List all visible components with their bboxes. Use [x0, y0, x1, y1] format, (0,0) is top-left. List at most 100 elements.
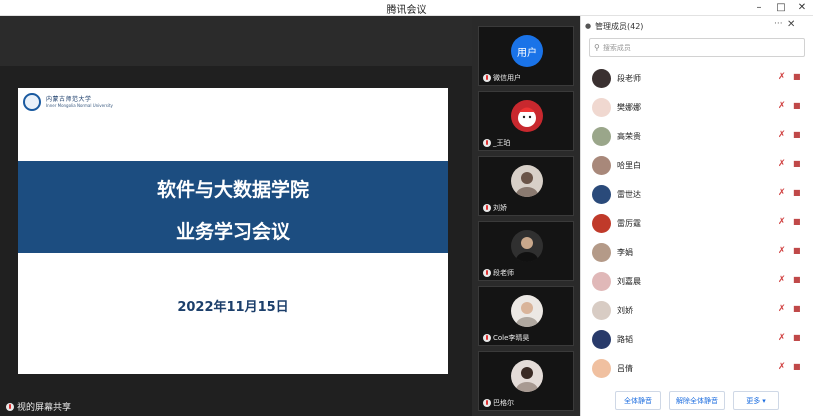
more-button[interactable]: 更多 ▾ — [733, 391, 779, 410]
person-avatar-icon — [516, 237, 538, 262]
avatar — [592, 127, 611, 146]
screen-share-text: 视的屏幕共享 — [17, 403, 72, 413]
video-tile-name: 巴格尔 — [483, 398, 514, 408]
title-bar: 腾讯会议 – □ ✕ — [0, 0, 813, 16]
muted-mic-icon — [483, 74, 491, 82]
camera-off-icon[interactable]: ■ — [793, 188, 801, 197]
list-item[interactable]: 路韬 ✗ ■ — [581, 325, 813, 354]
camera-off-icon[interactable]: ■ — [793, 130, 801, 139]
logo-subtext: Inner Mongolia Normal University — [46, 103, 113, 108]
avatar — [511, 360, 543, 392]
members-panel: ● 管理成员(42) ··· ✕ ⚲ 段老师 ✗ ■ 樊娜娜 ✗ ■ 高荣贵 ✗… — [580, 16, 813, 416]
muted-mic-icon[interactable]: ✗ — [778, 72, 786, 82]
muted-mic-icon[interactable]: ✗ — [778, 159, 786, 169]
logo-text: 内蒙古师范大学 — [46, 96, 92, 103]
members-panel-title: 管理成员(42) — [595, 22, 644, 31]
slide-subtitle: 业务学习会议 — [175, 221, 290, 243]
maximize-button[interactable]: □ — [770, 0, 792, 16]
university-logo-icon — [23, 93, 41, 111]
unmute-all-button[interactable]: 解除全体静音 — [669, 391, 725, 410]
muted-mic-icon[interactable]: ✗ — [778, 188, 786, 198]
video-tile[interactable]: 用户 微信用户 — [478, 26, 574, 86]
participant-name: 巴格尔 — [493, 399, 514, 407]
camera-off-icon[interactable]: ■ — [793, 246, 801, 255]
more-options-icon[interactable]: ··· — [774, 19, 783, 29]
close-panel-icon[interactable]: ✕ — [787, 19, 795, 30]
video-tile[interactable]: 巴格尔 — [478, 351, 574, 411]
presentation-slide: 内蒙古师范大学 Inner Mongolia Normal University… — [18, 88, 448, 374]
avatar — [511, 295, 543, 327]
camera-off-icon[interactable]: ■ — [793, 333, 801, 342]
video-tile[interactable]: 刘娇 — [478, 156, 574, 216]
search-icon: ⚲ — [594, 43, 600, 52]
member-name: 李娟 — [617, 248, 633, 257]
avatar — [592, 301, 611, 320]
member-name: 高荣贵 — [617, 132, 641, 141]
camera-off-icon[interactable]: ■ — [793, 217, 801, 226]
minimize-button[interactable]: – — [748, 0, 770, 16]
member-name: 雷世达 — [617, 190, 641, 199]
list-item[interactable]: 哈里白 ✗ ■ — [581, 151, 813, 180]
participant-name: 微信用户 — [493, 74, 521, 82]
video-tile-name: 段老师 — [483, 268, 514, 278]
camera-off-icon[interactable]: ■ — [793, 362, 801, 371]
muted-mic-icon[interactable]: ✗ — [778, 304, 786, 314]
list-item[interactable]: 高荣贵 ✗ ■ — [581, 122, 813, 151]
person-avatar-icon — [516, 172, 538, 197]
muted-mic-icon — [483, 269, 491, 277]
avatar-text: 用户 — [517, 47, 537, 59]
avatar — [592, 359, 611, 378]
list-item[interactable]: 樊娜娜 ✗ ■ — [581, 93, 813, 122]
camera-off-icon[interactable]: ■ — [793, 72, 801, 81]
muted-mic-icon — [483, 334, 491, 342]
avatar — [592, 214, 611, 233]
list-item[interactable]: 雷世达 ✗ ■ — [581, 180, 813, 209]
member-name: 雷厉霆 — [617, 219, 641, 228]
video-tile[interactable]: _王珀 — [478, 91, 574, 151]
camera-off-icon[interactable]: ■ — [793, 304, 801, 313]
shared-screen-stage[interactable]: 内蒙古师范大学 Inner Mongolia Normal University… — [0, 16, 472, 416]
camera-off-icon[interactable]: ■ — [793, 101, 801, 110]
muted-mic-icon[interactable]: ✗ — [778, 275, 786, 285]
close-button[interactable]: ✕ — [791, 0, 813, 16]
list-item[interactable]: 刘嘉晨 ✗ ■ — [581, 267, 813, 296]
member-name: 段老师 — [617, 74, 641, 83]
member-name: 樊娜娜 — [617, 103, 641, 112]
participant-name: 刘娇 — [493, 204, 507, 212]
list-item[interactable]: 李娟 ✗ ■ — [581, 238, 813, 267]
video-tile[interactable]: Cole李晴昊 — [478, 286, 574, 346]
video-tile-name: 刘娇 — [483, 203, 507, 213]
muted-mic-icon[interactable]: ✗ — [778, 333, 786, 343]
avatar — [511, 100, 543, 132]
avatar — [592, 330, 611, 349]
muted-mic-icon[interactable]: ✗ — [778, 362, 786, 372]
member-search-box[interactable]: ⚲ — [589, 38, 805, 57]
window-title: 腾讯会议 — [386, 5, 427, 16]
muted-mic-icon — [483, 399, 491, 407]
mute-all-button[interactable]: 全体静音 — [615, 391, 661, 410]
person-avatar-icon — [516, 367, 538, 392]
video-strip[interactable]: 用户 微信用户 _王珀 刘娇 段老师 Cole李晴昊 巴格尔 — [472, 16, 580, 416]
video-tile-name: Cole李晴昊 — [483, 333, 529, 343]
muted-mic-icon[interactable]: ✗ — [778, 246, 786, 256]
camera-off-icon[interactable]: ■ — [793, 275, 801, 284]
list-item[interactable]: 吕倩 ✗ ■ — [581, 354, 813, 383]
avatar — [592, 243, 611, 262]
muted-mic-icon[interactable]: ✗ — [778, 217, 786, 227]
muted-mic-icon[interactable]: ✗ — [778, 130, 786, 140]
list-item[interactable]: 刘娇 ✗ ■ — [581, 296, 813, 325]
muted-mic-icon — [6, 402, 14, 411]
member-name: 刘娇 — [617, 306, 633, 315]
list-item[interactable]: 雷厉霆 ✗ ■ — [581, 209, 813, 238]
member-name: 吕倩 — [617, 364, 633, 373]
muted-mic-icon[interactable]: ✗ — [778, 101, 786, 111]
list-item[interactable]: 段老师 ✗ ■ — [581, 64, 813, 93]
avatar — [511, 165, 543, 197]
camera-off-icon[interactable]: ■ — [793, 159, 801, 168]
muted-mic-icon — [483, 204, 491, 212]
chevron-down-icon: ▾ — [762, 396, 766, 405]
video-tile[interactable]: 段老师 — [478, 221, 574, 281]
slide-date: 2022年11月15日 — [177, 300, 289, 315]
slide-title: 软件与大数据学院 — [156, 179, 309, 201]
member-search-input[interactable] — [602, 43, 793, 52]
